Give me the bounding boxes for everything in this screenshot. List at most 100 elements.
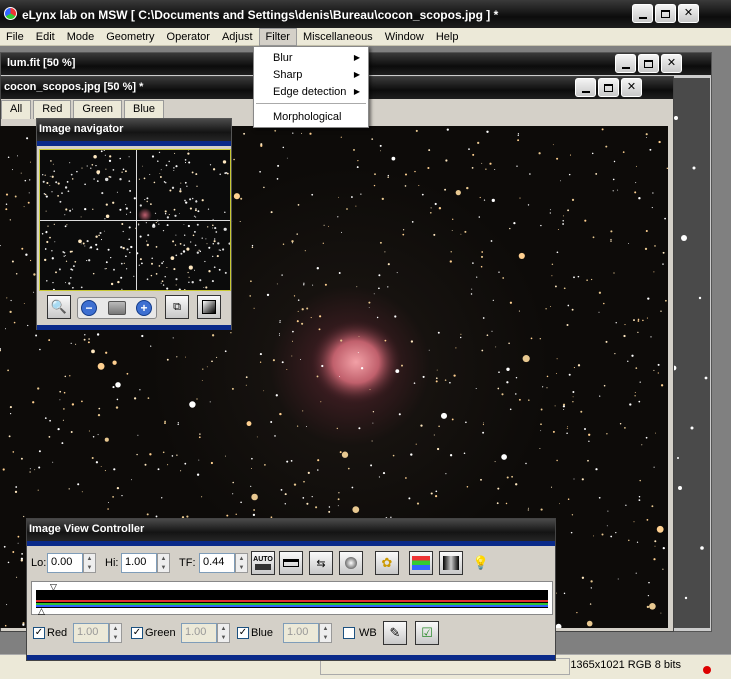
star bbox=[506, 381, 509, 384]
lum-maximize-button[interactable] bbox=[638, 54, 659, 73]
menu-edit[interactable]: Edit bbox=[30, 28, 61, 46]
menu-operator[interactable]: Operator bbox=[161, 28, 216, 46]
tab-all[interactable]: All bbox=[1, 100, 32, 119]
menu-item-blur-label: Blur bbox=[273, 52, 293, 64]
star bbox=[93, 178, 95, 180]
colorize-button[interactable]: ✿ bbox=[375, 551, 399, 575]
histogram-button[interactable] bbox=[409, 551, 433, 575]
light-button[interactable]: 💡 bbox=[469, 551, 493, 575]
menu-item-sharp[interactable]: Sharp ▶ bbox=[254, 67, 368, 83]
menu-help[interactable]: Help bbox=[430, 28, 465, 46]
checklist-button[interactable]: ☑ bbox=[415, 621, 439, 645]
menu-item-morphological[interactable]: Morphological bbox=[254, 109, 368, 125]
cocon-minimize-button[interactable] bbox=[575, 78, 596, 97]
fit-view-button[interactable]: ⧉ bbox=[165, 295, 189, 319]
star bbox=[584, 219, 587, 222]
curve-button[interactable] bbox=[439, 551, 463, 575]
star bbox=[664, 217, 666, 220]
tab-red[interactable]: Red bbox=[33, 100, 72, 119]
lum-minimize-button[interactable] bbox=[615, 54, 636, 73]
lo-spinner[interactable]: ▲ ▼ bbox=[83, 553, 96, 573]
minimize-button[interactable] bbox=[632, 4, 653, 23]
star bbox=[166, 266, 168, 269]
star bbox=[149, 173, 151, 176]
wb-checkbox[interactable] bbox=[343, 627, 355, 639]
star bbox=[72, 208, 74, 210]
blue-gain-input[interactable]: 1.00 bbox=[283, 623, 319, 643]
star bbox=[164, 210, 167, 213]
auto-levels-button[interactable]: AUTO bbox=[251, 551, 275, 575]
hi-spinner[interactable]: ▲ ▼ bbox=[157, 553, 170, 573]
swap-levels-button[interactable]: ⇆ bbox=[309, 551, 333, 575]
maximize-button[interactable] bbox=[655, 4, 676, 23]
star bbox=[145, 222, 147, 224]
menu-miscellaneous[interactable]: Miscellaneous bbox=[297, 28, 379, 46]
star bbox=[195, 216, 197, 218]
star bbox=[253, 509, 256, 511]
controller-bottom-strip bbox=[27, 655, 555, 660]
close-button[interactable]: ✕ bbox=[678, 4, 699, 23]
tab-green[interactable]: Green bbox=[73, 100, 122, 119]
star bbox=[551, 263, 554, 266]
menu-geometry[interactable]: Geometry bbox=[100, 28, 160, 46]
red-checkbox[interactable]: ✓ bbox=[33, 627, 45, 639]
image-view-controller-panel[interactable]: Image View Controller Lo: 0.00 ▲ ▼ Hi: 1.… bbox=[26, 518, 556, 661]
tf-input[interactable]: 0.44 bbox=[199, 553, 235, 573]
green-gain-input[interactable]: 1.00 bbox=[181, 623, 217, 643]
green-gain-spinner[interactable]: ▲ ▼ bbox=[217, 623, 230, 643]
red-gain-spinner[interactable]: ▲ ▼ bbox=[109, 623, 122, 643]
star bbox=[502, 277, 505, 279]
star bbox=[184, 462, 187, 465]
tf-spinner[interactable]: ▲ ▼ bbox=[235, 553, 248, 573]
blue-gain-spinner[interactable]: ▲ ▼ bbox=[319, 623, 332, 643]
zoom-slider[interactable]: − + bbox=[77, 297, 157, 319]
star bbox=[149, 453, 152, 456]
star bbox=[105, 261, 108, 264]
star bbox=[162, 451, 165, 454]
cocon-maximize-button[interactable] bbox=[598, 78, 619, 97]
lo-marker-icon[interactable]: △ bbox=[38, 606, 45, 617]
menu-mode[interactable]: Mode bbox=[61, 28, 101, 46]
star bbox=[568, 173, 571, 176]
lum-close-button[interactable]: ✕ bbox=[661, 54, 682, 73]
menu-file[interactable]: File bbox=[0, 28, 30, 46]
menu-window[interactable]: Window bbox=[379, 28, 430, 46]
star bbox=[69, 276, 72, 279]
green-checkbox[interactable]: ✓ bbox=[131, 627, 143, 639]
lo-input[interactable]: 0.00 bbox=[47, 553, 83, 573]
star bbox=[436, 447, 440, 451]
star bbox=[472, 153, 475, 156]
menu-adjust[interactable]: Adjust bbox=[216, 28, 259, 46]
star bbox=[566, 426, 568, 428]
zoom-tool-button[interactable]: 🔍 bbox=[47, 295, 71, 319]
gradient-view-button[interactable] bbox=[197, 295, 221, 319]
star bbox=[246, 421, 252, 427]
navigator-preview[interactable] bbox=[39, 149, 231, 291]
zoom-in-button[interactable]: + bbox=[136, 300, 152, 316]
image-navigator-panel[interactable]: Image navigator 🔍 − + ⧉ bbox=[36, 118, 232, 330]
cocon-close-button[interactable]: ✕ bbox=[621, 78, 642, 97]
menu-filter[interactable]: Filter bbox=[258, 27, 297, 46]
menu-item-blur[interactable]: Blur ▶ bbox=[254, 50, 368, 66]
star bbox=[479, 196, 481, 199]
star bbox=[282, 146, 285, 149]
level-range-area[interactable]: ▽ △ bbox=[31, 581, 553, 617]
star bbox=[136, 453, 138, 456]
star bbox=[230, 332, 232, 334]
tab-blue[interactable]: Blue bbox=[124, 100, 165, 119]
eyedropper-button[interactable]: ✎ bbox=[383, 621, 407, 645]
red-gain-input[interactable]: 1.00 bbox=[73, 623, 109, 643]
dither-button[interactable] bbox=[339, 551, 363, 575]
zoom-out-button[interactable]: − bbox=[81, 300, 97, 316]
menu-item-edge-detection[interactable]: Edge detection ▶ bbox=[254, 84, 368, 100]
hi-input[interactable]: 1.00 bbox=[121, 553, 157, 573]
stretch-button[interactable] bbox=[279, 551, 303, 575]
star bbox=[292, 330, 294, 333]
blue-checkbox[interactable]: ✓ bbox=[237, 627, 249, 639]
star bbox=[48, 339, 51, 342]
zoom-slider-handle[interactable] bbox=[108, 301, 126, 315]
star bbox=[193, 215, 195, 217]
star bbox=[197, 210, 200, 213]
star bbox=[66, 181, 69, 183]
star bbox=[312, 284, 314, 286]
